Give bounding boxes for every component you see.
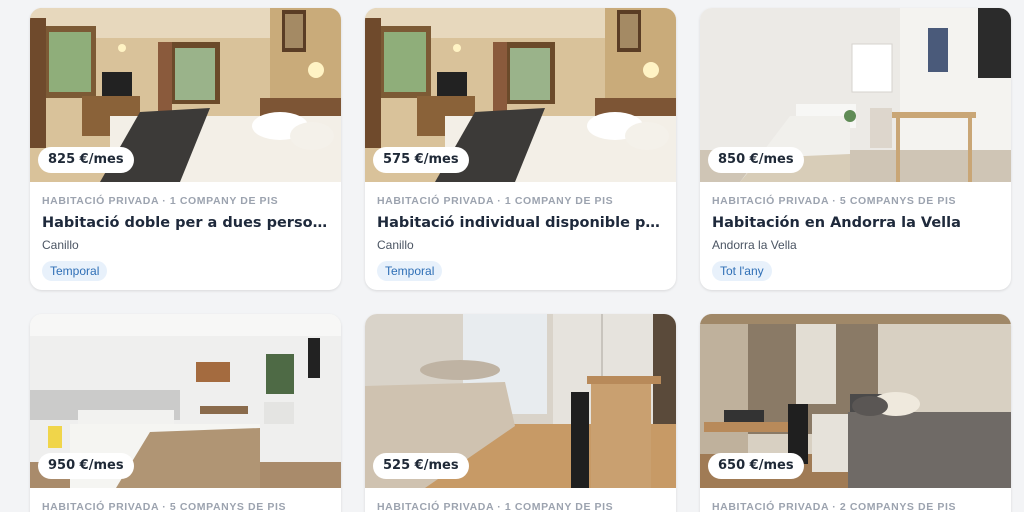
room-meta: HABITACIÓ PRIVADA · 1 COMPANY DE PIS bbox=[377, 195, 614, 207]
room-meta: HABITACIÓ PRIVADA · 2 COMPANYS DE PIS bbox=[712, 501, 957, 512]
listing-title[interactable]: Habitación en Andorra la Vella bbox=[712, 215, 999, 231]
listing-card[interactable]: 850 €/mes HABITACIÓ PRIVADA · 5 COMPANYS… bbox=[700, 8, 1011, 290]
room-meta: HABITACIÓ PRIVADA · 5 COMPANYS DE PIS bbox=[712, 195, 957, 207]
room-meta: HABITACIÓ PRIVADA · 1 COMPANY DE PIS bbox=[42, 195, 279, 207]
room-meta: HABITACIÓ PRIVADA · 5 COMPANYS DE PIS bbox=[42, 501, 287, 512]
price-badge: 650 €/mes bbox=[708, 453, 804, 479]
listing-card[interactable]: 825 €/mes HABITACIÓ PRIVADA · 1 COMPANY … bbox=[30, 8, 341, 290]
listing-card[interactable]: 950 €/mes HABITACIÓ PRIVADA · 5 COMPANYS… bbox=[30, 314, 341, 512]
listing-card[interactable]: 575 €/mes HABITACIÓ PRIVADA · 1 COMPANY … bbox=[365, 8, 676, 290]
listing-location: Canillo bbox=[42, 238, 79, 252]
listing-title[interactable]: Habitació individual disponible per a 1.… bbox=[377, 215, 664, 231]
price-badge: 575 €/mes bbox=[373, 147, 469, 173]
listing-photo[interactable]: 650 €/mes bbox=[700, 314, 1011, 488]
price-badge: 850 €/mes bbox=[708, 147, 804, 173]
listing-photo[interactable]: 950 €/mes bbox=[30, 314, 341, 488]
price-badge: 525 €/mes bbox=[373, 453, 469, 479]
duration-tag: Temporal bbox=[377, 261, 443, 281]
listing-photo[interactable]: 850 €/mes bbox=[700, 8, 1011, 182]
duration-tag: Tot l'any bbox=[712, 261, 772, 281]
listing-card[interactable]: 650 €/mes HABITACIÓ PRIVADA · 2 COMPANYS… bbox=[700, 314, 1011, 512]
listing-location: Canillo bbox=[377, 238, 414, 252]
listing-location: Andorra la Vella bbox=[712, 238, 797, 252]
room-meta: HABITACIÓ PRIVADA · 1 COMPANY DE PIS bbox=[377, 501, 614, 512]
listing-photo[interactable]: 575 €/mes bbox=[365, 8, 676, 182]
listings-grid: 825 €/mes HABITACIÓ PRIVADA · 1 COMPANY … bbox=[0, 0, 1024, 512]
duration-tag: Temporal bbox=[42, 261, 108, 281]
listing-photo[interactable]: 525 €/mes bbox=[365, 314, 676, 488]
listing-title[interactable]: Habitació doble per a dues persones am..… bbox=[42, 215, 329, 231]
listing-card[interactable]: 525 €/mes HABITACIÓ PRIVADA · 1 COMPANY … bbox=[365, 314, 676, 512]
price-badge: 825 €/mes bbox=[38, 147, 134, 173]
price-badge: 950 €/mes bbox=[38, 453, 134, 479]
listing-photo[interactable]: 825 €/mes bbox=[30, 8, 341, 182]
